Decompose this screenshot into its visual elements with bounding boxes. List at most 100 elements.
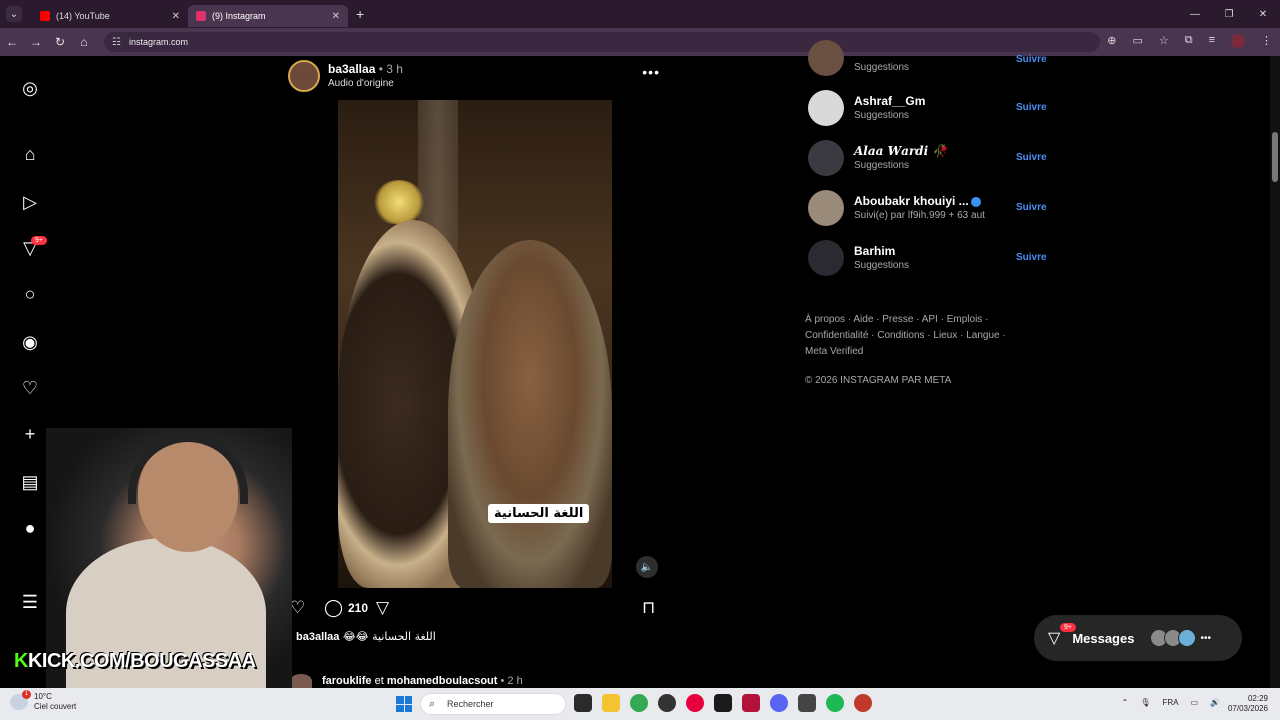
reading-list-icon[interactable]: ≡ <box>1209 34 1215 48</box>
create-icon[interactable]: + <box>18 422 42 446</box>
post-time: • 3 h <box>375 62 403 76</box>
clock[interactable]: 02:29 07/03/2026 <box>1228 694 1268 714</box>
reload-button[interactable]: ↻ <box>48 35 72 49</box>
suggestion-name[interactable]: 𝑨𝒍𝒂𝒂 𝑾𝒂𝒓𝒅𝒊 🥀 <box>854 144 947 158</box>
task-view-icon[interactable] <box>574 694 592 712</box>
chrome-icon[interactable] <box>630 694 648 712</box>
weather-widget[interactable]: 1 10°C Ciel couvert <box>10 690 76 712</box>
suggestion-name[interactable]: Ashraf__Gm <box>854 94 925 108</box>
taskbar: 1 10°C Ciel couvert ⌕ Rechercher ⌃ 🎙 FRA… <box>0 688 1280 720</box>
tab-youtube[interactable]: (14) YouTube ✕ <box>32 5 188 27</box>
profile-icon[interactable]: ● <box>18 516 42 540</box>
home-icon[interactable]: ⌂ <box>18 142 42 166</box>
video-frame: اللغة الحسانية <box>338 100 612 588</box>
like-icon[interactable]: ♡ <box>290 598 305 618</box>
comment-icon[interactable]: ◯ <box>324 598 343 618</box>
suggestion-avatar[interactable] <box>808 240 844 276</box>
follow-button[interactable]: Suivre <box>1016 152 1047 163</box>
forward-button[interactable]: → <box>24 35 48 49</box>
follow-button[interactable]: Suivre <box>1016 202 1047 213</box>
home-button[interactable]: ⌂ <box>72 35 96 49</box>
save-icon[interactable]: ⊓ <box>642 598 655 618</box>
minimize-button[interactable]: — <box>1178 0 1212 28</box>
messages-icon: ▽ <box>1048 630 1061 647</box>
suggestion-avatar[interactable] <box>808 140 844 176</box>
menu-icon[interactable]: ⋮ <box>1261 34 1272 48</box>
next-user1[interactable]: farouklife <box>322 675 372 687</box>
windows-start-icon[interactable] <box>396 696 412 712</box>
suggestion-avatar[interactable] <box>808 40 844 76</box>
username-link[interactable]: ba3allaa <box>328 62 375 76</box>
maximize-button[interactable]: ❐ <box>1212 0 1246 28</box>
new-tab-button[interactable]: + <box>356 6 364 22</box>
tab-instagram[interactable]: (9) Instagram ✕ <box>188 5 348 27</box>
search-icon[interactable]: ○ <box>18 282 42 306</box>
heart-icon[interactable]: ♡ <box>18 376 42 400</box>
spotify-icon[interactable] <box>826 694 844 712</box>
lamp <box>374 180 424 224</box>
app-icon[interactable] <box>742 694 760 712</box>
language-indicator[interactable]: FRA <box>1162 698 1178 707</box>
instagram-logo-icon[interactable]: ◎ <box>18 76 42 100</box>
app-icon[interactable] <box>854 694 872 712</box>
more-options-icon[interactable]: ••• <box>642 64 660 80</box>
messages-button[interactable]: ▽ 9+ Messages ••• <box>1034 615 1242 661</box>
network-icon[interactable]: ▭ <box>1190 698 1198 707</box>
caption-username[interactable]: ba3allaa <box>296 631 339 643</box>
bookmark-star-icon[interactable]: ☆ <box>1159 34 1169 48</box>
post-audio[interactable]: Audio d'origine <box>328 78 394 89</box>
share-icon[interactable]: ▽ <box>376 598 389 618</box>
next-user2[interactable]: mohamedboulacsout <box>387 675 498 687</box>
suggestion-sub: Suggestions <box>854 110 910 121</box>
notifications-badge: 9+ <box>31 236 47 245</box>
footer-links[interactable]: À propos · Aide · Presse · API · Emplois… <box>805 312 1015 360</box>
verified-icon <box>970 196 981 207</box>
suggestion-item: Aboubakr khouiyi ... Suivi(e) par lf9ih.… <box>806 190 1056 230</box>
tab-search-button[interactable]: ⌄ <box>6 6 22 22</box>
mute-icon[interactable]: 🔈 <box>636 556 658 578</box>
next-post-avatar[interactable] <box>290 674 312 688</box>
file-explorer-icon[interactable] <box>602 694 620 712</box>
next-conj: et <box>371 674 387 687</box>
volume-icon[interactable]: 🔊 <box>1210 698 1220 707</box>
suggestion-name[interactable]: Aboubakr khouiyi ... <box>854 194 981 208</box>
post-username[interactable]: ba3allaa • 3 h <box>328 62 403 76</box>
app-icon[interactable] <box>714 694 732 712</box>
more-menu-icon[interactable]: ☰ <box>18 590 42 614</box>
close-window-button[interactable]: ✕ <box>1246 0 1280 28</box>
follow-button[interactable]: Suivre <box>1016 252 1047 263</box>
discord-icon[interactable] <box>770 694 788 712</box>
site-info-icon[interactable]: ☷ <box>112 37 121 48</box>
instagram-icon <box>196 11 206 21</box>
kick-k: K <box>14 650 28 672</box>
cast-icon[interactable]: ▭ <box>1132 34 1142 48</box>
close-icon[interactable]: ✕ <box>172 11 180 22</box>
explore-icon[interactable]: ◉ <box>18 330 42 354</box>
chevron-up-icon[interactable]: ⌃ <box>1122 698 1129 707</box>
app-icon[interactable] <box>798 694 816 712</box>
reels-icon[interactable]: ▷ <box>18 190 42 214</box>
search-icon: ⌕ <box>429 698 436 710</box>
follow-button[interactable]: Suivre <box>1016 102 1047 113</box>
back-button[interactable]: ← <box>0 35 24 49</box>
tab-bar: ⌄ (14) YouTube ✕ (9) Instagram ✕ + <box>0 0 1280 28</box>
scrollbar[interactable] <box>1270 56 1280 688</box>
profile-avatar[interactable] <box>1231 34 1245 48</box>
dashboard-icon[interactable]: ▤ <box>18 470 42 494</box>
zoom-icon[interactable]: ⊕ <box>1107 34 1116 48</box>
opera-icon[interactable] <box>686 694 704 712</box>
post-video[interactable]: اللغة الحسانية 🔈 <box>280 100 670 588</box>
extensions-icon[interactable]: ⧉ <box>1185 34 1193 48</box>
post-avatar[interactable] <box>288 60 320 92</box>
follow-button[interactable]: Suivre <box>1016 54 1047 65</box>
close-icon[interactable]: ✕ <box>332 11 340 22</box>
scrollbar-thumb[interactable] <box>1272 132 1278 182</box>
suggestion-name-text[interactable]: Aboubakr khouiyi ... <box>854 194 969 208</box>
suggestion-avatar[interactable] <box>808 190 844 226</box>
suggestion-avatar[interactable] <box>808 90 844 126</box>
obs-icon[interactable] <box>658 694 676 712</box>
microphone-icon[interactable]: 🎙 <box>1140 698 1150 707</box>
suggestion-name[interactable]: Barhim <box>854 244 895 258</box>
taskbar-search[interactable]: ⌕ Rechercher <box>420 693 566 715</box>
tab-title: (9) Instagram <box>212 11 266 21</box>
